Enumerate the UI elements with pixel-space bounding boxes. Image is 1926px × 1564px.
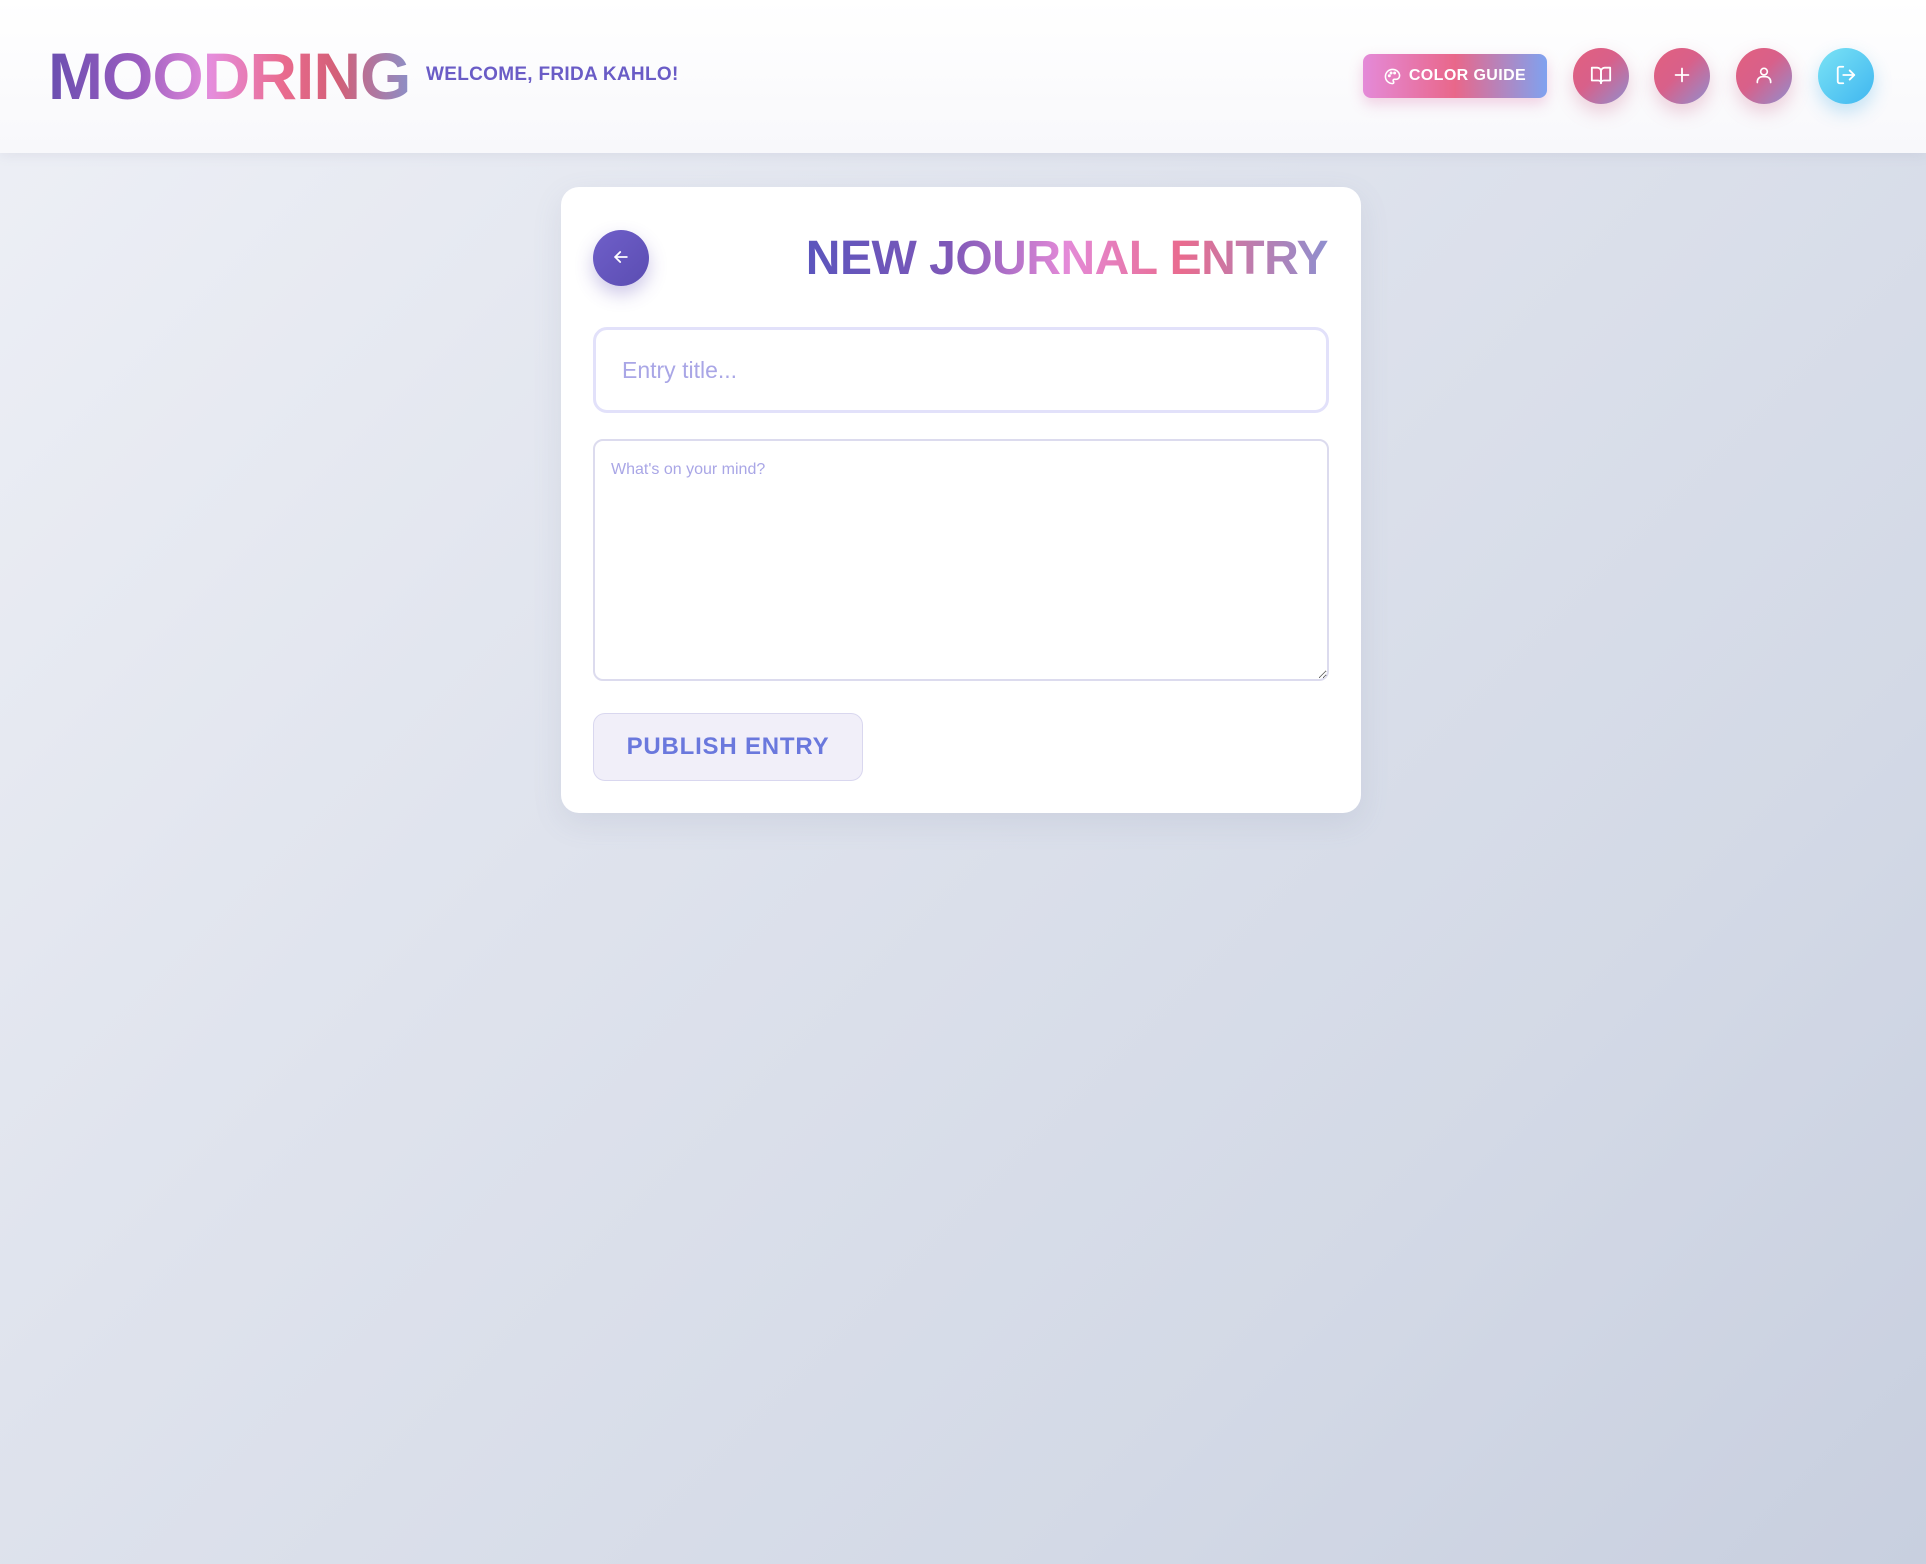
entry-body-textarea[interactable] [593,439,1329,681]
color-guide-label: COLOR GUIDE [1408,67,1527,84]
arrow-left-icon [611,247,631,270]
new-entry-card: NEW JOURNAL ENTRY PUBLISH ENTRY [561,187,1361,813]
log-out-icon [1835,64,1857,89]
new-entry-button[interactable] [1654,48,1710,104]
logout-button[interactable] [1818,48,1874,104]
back-button[interactable] [593,230,649,286]
page-title: NEW JOURNAL ENTRY [805,232,1329,285]
top-navigation-bar: MOODRING WELCOME, FRIDA KAHLO! COLOR GUI… [0,0,1926,153]
welcome-message: WELCOME, FRIDA KAHLO! [426,64,679,85]
app-logo[interactable]: MOODRING [48,38,411,114]
book-open-icon [1590,64,1612,89]
plus-icon [1671,64,1693,89]
publish-entry-button[interactable]: PUBLISH ENTRY [593,713,863,781]
color-guide-button[interactable]: COLOR GUIDE [1363,54,1547,98]
user-icon [1754,65,1774,88]
journal-button[interactable] [1573,48,1629,104]
entry-title-input[interactable] [593,327,1329,413]
palette-icon [1384,68,1401,85]
profile-button[interactable] [1736,48,1792,104]
